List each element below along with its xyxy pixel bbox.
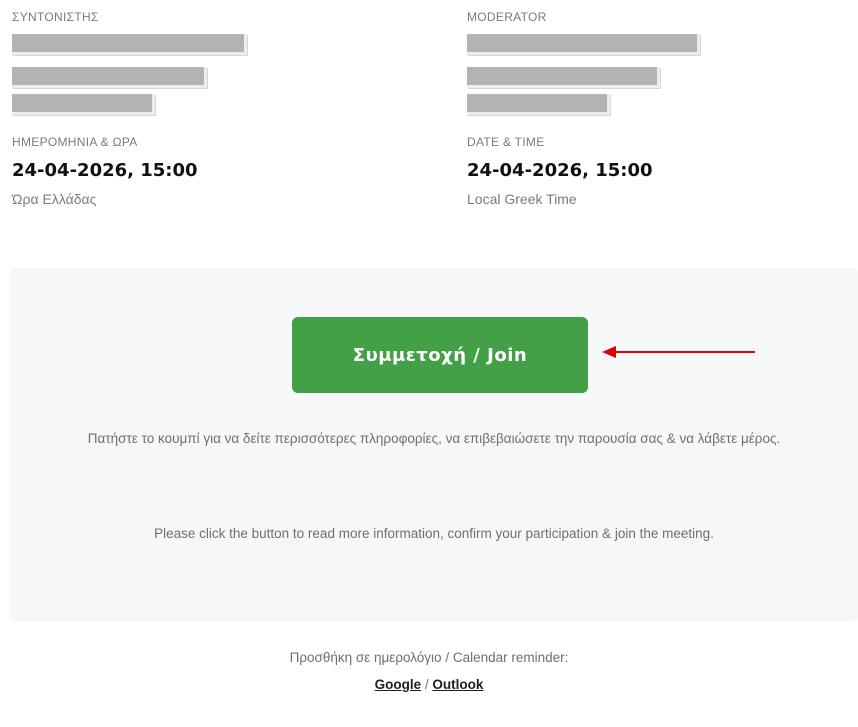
- join-button-label: Συμμετοχή / Join: [352, 344, 528, 366]
- arrow-left-icon: [602, 346, 755, 358]
- redacted-name-line: [12, 67, 207, 88]
- timezone-label: Local Greek Time: [467, 191, 577, 207]
- timezone-label: Ώρα Ελλάδας: [12, 191, 97, 207]
- outlook-calendar-link[interactable]: Outlook: [432, 677, 483, 692]
- moderator-label: MODERATOR: [467, 10, 547, 24]
- datetime-value: 24-04-2026, 15:00: [12, 160, 198, 181]
- redacted-name-line: [467, 34, 700, 55]
- datetime-label: ΗΜΕΡΟΜΗΝΙΑ & ΩΡΑ: [12, 135, 138, 149]
- calendar-reminder-label: Προσθήκη σε ημερολόγιο / Calendar remind…: [289, 650, 569, 665]
- info-text-english: Please click the button to read more inf…: [154, 526, 714, 541]
- google-calendar-link[interactable]: Google: [375, 677, 422, 692]
- join-button[interactable]: Συμμετοχή / Join: [292, 317, 588, 393]
- link-separator: /: [424, 677, 429, 692]
- datetime-label: DATE & TIME: [467, 135, 545, 149]
- calendar-links: Google / Outlook: [0, 677, 858, 692]
- moderator-label: ΣΥΝΤΟΝΙΣΤΗΣ: [12, 10, 99, 24]
- redacted-name-line: [467, 67, 660, 88]
- info-text-greek: Πατήστε το κουμπί για να δείτε περισσότε…: [87, 431, 781, 446]
- redacted-name-line: [12, 34, 247, 55]
- datetime-value: 24-04-2026, 15:00: [467, 160, 653, 181]
- redacted-name-line: [467, 94, 610, 115]
- redacted-name-line: [12, 94, 155, 115]
